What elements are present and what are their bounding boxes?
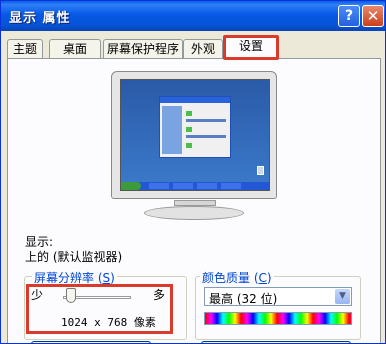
tab-label: 设置 — [238, 39, 263, 53]
tab-screensaver[interactable]: 屏幕保护程序 — [103, 39, 183, 59]
taskbar-item — [149, 183, 169, 189]
close-button[interactable]: ✕ — [362, 5, 384, 27]
color-spectrum-bar — [204, 312, 352, 325]
title-bar[interactable]: 显示 属性 ? ✕ — [1, 1, 385, 31]
tab-label: 桌面 — [62, 42, 87, 56]
tab-label: 主题 — [12, 42, 37, 56]
help-icon: ? — [344, 8, 354, 24]
start-button-icon — [121, 182, 141, 190]
preview-icon — [186, 127, 192, 132]
preview-taskbar — [121, 182, 269, 190]
taskbar-item — [221, 183, 241, 189]
tab-desktop[interactable]: 桌面 — [49, 39, 101, 59]
color-quality-selected: 最高 (32 位) — [209, 292, 278, 306]
tab-appearance[interactable]: 外观 — [183, 39, 223, 59]
preview-window — [159, 96, 231, 158]
chevron-down-icon[interactable]: ▼ — [335, 289, 350, 304]
display-properties-window: 显示 属性 ? ✕ 主题 桌面 屏幕保护程序 外观 设置 显示: 上的 (默认监… — [0, 0, 386, 344]
tab-settings[interactable]: 设置 — [223, 35, 279, 60]
resolution-legend-text: 屏幕分辨率 — [34, 271, 95, 285]
tab-theme[interactable]: 主题 — [7, 39, 43, 59]
monitor-screen — [120, 79, 270, 191]
monitor-preview — [111, 71, 277, 199]
help-button[interactable]: ? — [338, 5, 360, 27]
display-device: 上的 (默认监视器) — [25, 250, 123, 264]
resolution-access-key: S — [102, 271, 111, 285]
color-quality-select[interactable]: 最高 (32 位) ▼ — [204, 287, 352, 306]
recycle-bin-icon — [257, 166, 264, 175]
color-quality-legend-text: 颜色质量 — [202, 271, 251, 285]
tab-label: 外观 — [190, 42, 215, 56]
preview-window-sidebar — [162, 106, 182, 154]
close-icon: ✕ — [366, 7, 380, 25]
preview-line — [186, 135, 226, 138]
desktop-preview — [121, 80, 269, 182]
color-quality-group: 颜色质量 (C) — [195, 269, 361, 340]
taskbar-item — [173, 183, 193, 189]
preview-line — [186, 119, 226, 122]
preview-window-titlebar — [160, 97, 230, 103]
taskbar-item — [197, 183, 217, 189]
preview-icon — [186, 143, 192, 148]
tab-label: 屏幕保护程序 — [106, 42, 179, 56]
monitor-stand-base — [144, 206, 244, 220]
window-title: 显示 属性 — [9, 11, 71, 26]
color-quality-access-key: C — [258, 271, 267, 285]
resolution-highlight-box — [26, 284, 173, 334]
preview-icon — [186, 111, 192, 116]
color-quality-legend: 颜色质量 (C) — [200, 269, 274, 286]
